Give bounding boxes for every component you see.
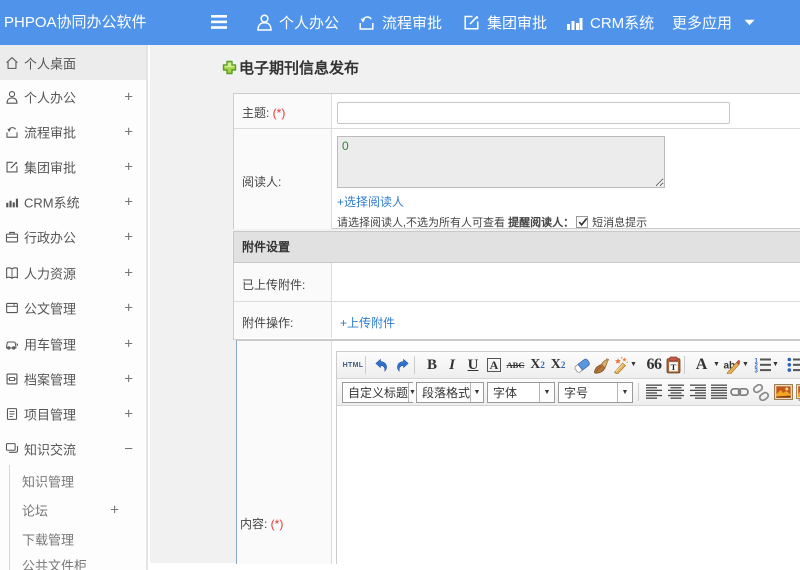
svg-text:T: T (670, 362, 676, 372)
svg-text:3: 3 (755, 369, 759, 373)
